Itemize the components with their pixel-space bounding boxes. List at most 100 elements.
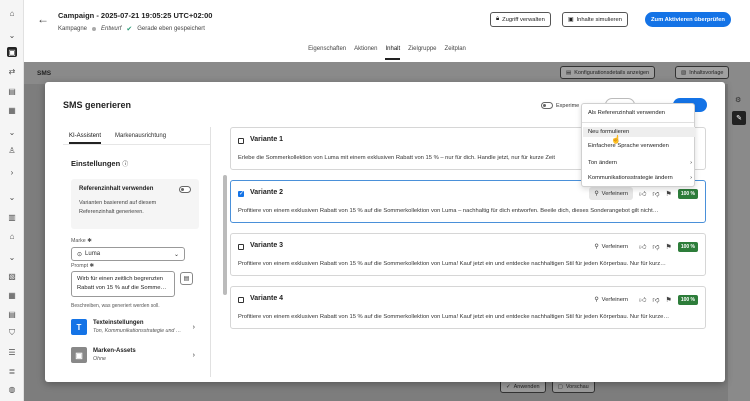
tab-schedule[interactable]: Zeitplan: [445, 42, 466, 60]
manage-access-button[interactable]: 🔒︎ Zugriff verwalten: [490, 12, 551, 27]
campaign-icon[interactable]: ▣: [7, 47, 17, 57]
chevron-down-icon-3[interactable]: ⌄: [7, 192, 17, 202]
chevron-down-icon[interactable]: ⌄: [7, 30, 17, 40]
table-icon[interactable]: ▦: [7, 290, 17, 300]
simulate-content-button[interactable]: ▣ Inhalte simulieren: [562, 12, 628, 27]
tab-content[interactable]: Inhalt: [385, 42, 401, 60]
flag-icon[interactable]: ⚑: [666, 190, 672, 198]
variant-1-checkbox[interactable]: [238, 138, 244, 144]
experiment-toggle[interactable]: Experime: [541, 102, 579, 109]
experiment-switch[interactable]: [541, 102, 553, 109]
status-badge: Entwurf: [101, 26, 122, 32]
variant-3-checkbox[interactable]: [238, 244, 244, 250]
variant-3-refine-button[interactable]: ⚲ Verfeinern: [589, 240, 633, 253]
status-dot-icon: [92, 27, 97, 31]
brand-select[interactable]: ⊙ Luma ⌄: [71, 247, 185, 261]
menu-item-simpler-language[interactable]: Einfachere Sprache verwenden: [588, 143, 692, 149]
reference-content-switch[interactable]: [179, 186, 191, 193]
flag-icon-2[interactable]: ⚑: [666, 243, 672, 251]
tab-actions[interactable]: Aktionen: [354, 42, 377, 60]
dashboard-icon[interactable]: ▥: [7, 212, 17, 222]
content-icon[interactable]: ▤: [7, 86, 17, 96]
shield-icon[interactable]: ⛉: [7, 328, 17, 338]
thumbs-up-icon[interactable]: 👍︎: [639, 189, 646, 198]
variant-4-checkbox[interactable]: [238, 297, 244, 303]
flag-icon-3[interactable]: ⚑: [666, 296, 672, 304]
text-settings-subtitle: Ton, Kommunikationsstrategie und …: [93, 328, 182, 334]
variant-4-refine-button[interactable]: ⚲ Verfeinern: [589, 293, 633, 306]
chevron-down-icon-5: ⌄: [173, 251, 179, 258]
back-arrow-icon[interactable]: ←: [37, 12, 49, 26]
refine-context-menu: Als Referenzinhalt verwenden Neu formuli…: [581, 103, 695, 187]
campaign-header: ← Campaign - 2025-07-21 19:05:25 UTC+02:…: [24, 0, 750, 42]
variant-3-text: Profitiere von einem exklusiven Rabatt v…: [238, 261, 666, 267]
variant-2-refine-label: Verfeinern: [601, 190, 629, 197]
chevron-right-icon-3: ›: [192, 351, 195, 359]
variant-3-title: Variante 3: [250, 242, 284, 249]
thumbs-up-icon-2[interactable]: 👍︎: [639, 242, 646, 251]
thumbs-down-icon-3[interactable]: 👎︎: [652, 295, 659, 304]
variant-2-checkbox[interactable]: [238, 190, 244, 197]
schema-icon[interactable]: ▤: [7, 309, 17, 319]
right-tool-rail: ⚙ ✎: [728, 84, 750, 401]
variant-card-3[interactable]: Variante 3 ⚲ Verfeinern 👍︎ 👎︎ ⚑ 100 % Pr…: [230, 233, 706, 276]
chevron-down-icon-2[interactable]: ⌄: [7, 127, 17, 137]
chevron-down-icon-4[interactable]: ⌄: [7, 252, 17, 262]
variant-card-4[interactable]: Variante 4 ⚲ Verfeinern 👍︎ 👎︎ ⚑ 100 % Pr…: [230, 286, 706, 329]
lock-icon: 🔒︎: [496, 16, 500, 22]
check-circle-icon: ✔: [126, 26, 133, 33]
chevron-right-icon-5: ›: [690, 175, 692, 181]
menu-item-use-as-reference[interactable]: Als Referenzinhalt verwenden: [588, 110, 692, 116]
prompt-hint: Beschreiben, was generiert werden soll.: [71, 303, 160, 309]
tab-brand-alignment[interactable]: Markenausrichtung: [115, 133, 166, 144]
config-details-button[interactable]: ▤ Konfigurationsdetails anzeigen: [560, 66, 656, 79]
tab-audience[interactable]: Zielgruppe: [408, 42, 436, 60]
menu-item-change-tone-label: Ton ändern: [588, 160, 618, 166]
left-panel-scrollbar[interactable]: [223, 175, 227, 295]
gear-icon[interactable]: ⚙: [735, 96, 741, 104]
variant-4-title: Variante 4: [250, 295, 284, 302]
menu-item-rephrase-label: Neu formulieren: [588, 129, 630, 135]
text-settings-item[interactable]: T Texteinstellungen Ton, Kommunikationss…: [71, 315, 195, 339]
tab-properties[interactable]: Eigenschaften: [308, 42, 346, 60]
variant-3-actions: ⚲ Verfeinern 👍︎ 👎︎ ⚑ 100 %: [589, 240, 698, 253]
menu-item-rephrase[interactable]: Neu formulieren: [583, 127, 695, 137]
prompt-textarea[interactable]: Wirb für einen zeitlich begrenzten Rabat…: [71, 271, 175, 297]
fragment-icon[interactable]: ▦: [7, 105, 17, 115]
refine-icon-2: ⚲: [594, 243, 599, 250]
content-template-button[interactable]: ▧ Inhaltsvorlage: [675, 66, 730, 79]
info-icon[interactable]: ⓘ: [122, 162, 128, 168]
home-icon[interactable]: ⌂: [7, 8, 17, 18]
variant-2-refine-button[interactable]: ⚲ Verfeinern: [589, 187, 634, 200]
chevron-right-icon[interactable]: ›: [7, 167, 17, 177]
variant-4-refine-label: Verfeinern: [601, 296, 629, 303]
list-icon[interactable]: ☰: [7, 347, 17, 357]
brand-assets-item[interactable]: ▣ Marken-Assets Ohne ›: [71, 343, 195, 367]
tab-ai-assistant[interactable]: KI-Assistent: [69, 133, 102, 144]
check-icon: ✓: [506, 383, 511, 390]
dialog-title: SMS generieren: [63, 100, 132, 110]
variant-2-text: Profitiere von einem exklusiven Rabatt v…: [238, 208, 659, 214]
sms-editor-bar: SMS ▤ Konfigurationsdetails anzeigen ▧ I…: [24, 62, 750, 84]
journey-icon[interactable]: ⇄: [7, 66, 17, 76]
globe-icon[interactable]: ◍: [7, 384, 17, 394]
apply-label: Anwenden: [513, 383, 540, 390]
people-icon[interactable]: ♙: [7, 145, 17, 155]
stack-icon[interactable]: ≣: [7, 366, 17, 376]
data-icon[interactable]: ▧: [7, 271, 17, 281]
prompt-library-button[interactable]: ▤: [180, 272, 193, 285]
menu-item-change-tone[interactable]: Ton ändern ›: [588, 160, 692, 166]
thumbs-up-icon-3[interactable]: 👍︎: [639, 295, 646, 304]
menu-item-change-strategy[interactable]: Kommunikationsstrategie ändern ›: [588, 175, 692, 181]
variant-3-refine-label: Verfeinern: [601, 243, 629, 250]
review-activate-button[interactable]: Zum Aktivieren überprüfen: [645, 12, 731, 27]
prompt-field-label: Prompt ✱: [71, 263, 94, 269]
thumbs-down-icon-2[interactable]: 👎︎: [652, 242, 659, 251]
thumbs-down-icon[interactable]: 👎︎: [652, 189, 659, 198]
settings-heading: Einstellungen ⓘ: [71, 159, 128, 168]
ai-wand-icon[interactable]: ✎: [732, 111, 746, 125]
variant-2-title: Variante 2: [250, 189, 284, 196]
ai-assistant-panel: KI-Assistent Markenausrichtung Einstellu…: [63, 127, 227, 377]
building-icon[interactable]: ⌂: [7, 231, 17, 241]
campaign-meta: Kampagne Entwurf ✔ Gerade eben gespeiche…: [58, 25, 205, 33]
